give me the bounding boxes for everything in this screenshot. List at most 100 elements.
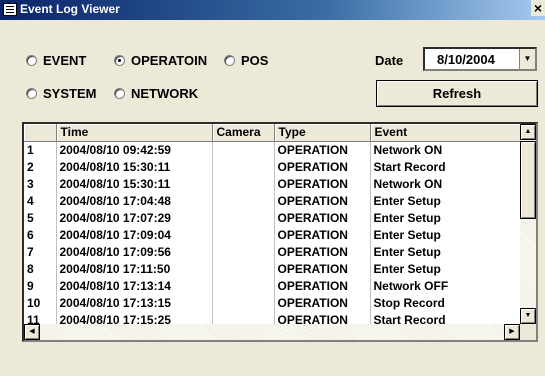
time-cell: 2004/08/10 15:30:11	[56, 158, 213, 175]
chevron-down-icon[interactable]: ▼	[519, 49, 535, 69]
radio-operation-label: OPERATOIN	[131, 53, 208, 68]
camera-cell	[212, 158, 275, 175]
event-cell: Enter Setup	[370, 209, 521, 226]
radio-network-label: NETWORK	[131, 86, 199, 101]
radio-pos-indicator[interactable]	[224, 55, 235, 66]
camera-cell	[212, 192, 275, 209]
row-index: 1	[24, 141, 57, 158]
table-row[interactable]: 7 2004/08/10 17:09:56 OPERATION Enter Setup	[24, 243, 521, 260]
row-index: 6	[24, 226, 57, 243]
row-index: 4	[24, 192, 57, 209]
event-log-table[interactable]: Time Camera Type Event 1 2004/08/10 09:42…	[22, 122, 538, 342]
radio-pos-label: POS	[241, 53, 269, 68]
table-row[interactable]: 6 2004/08/10 17:09:04 OPERATION Enter Setup	[24, 226, 521, 243]
scroll-down-arrow-icon[interactable]: ▼	[520, 308, 536, 324]
camera-cell	[212, 260, 275, 277]
camera-cell	[212, 175, 275, 192]
event-cell: Start Record	[370, 158, 521, 175]
date-label: Date	[375, 53, 404, 68]
type-cell: OPERATION	[274, 141, 371, 158]
type-cell: OPERATION	[274, 294, 371, 311]
column-header-index[interactable]	[24, 124, 57, 142]
type-cell: OPERATION	[274, 192, 371, 209]
time-cell: 2004/08/10 15:30:11	[56, 175, 213, 192]
table-row[interactable]: 3 2004/08/10 15:30:11 OPERATION Network ON	[24, 175, 521, 192]
vertical-scrollbar[interactable]: ▲ ▼	[520, 124, 536, 324]
type-cell: OPERATION	[274, 243, 371, 260]
camera-cell	[212, 141, 275, 158]
horizontal-scrollbar[interactable]: ◀ ▶	[24, 324, 520, 340]
table-row[interactable]: 1 2004/08/10 09:42:59 OPERATION Network ON	[24, 141, 521, 158]
radio-operation[interactable]: OPERATOIN	[114, 53, 207, 68]
radio-system-label: SYSTEM	[43, 86, 97, 101]
title-bar: Event Log Viewer ×	[0, 0, 545, 20]
scroll-right-arrow-icon[interactable]: ▶	[504, 324, 520, 340]
row-index: 7	[24, 243, 57, 260]
log-viewer-icon	[3, 3, 17, 16]
radio-network-indicator[interactable]	[114, 88, 125, 99]
event-cell: Stop Record	[370, 294, 521, 311]
event-table: Time Camera Type Event 1 2004/08/10 09:42…	[24, 124, 521, 328]
refresh-button[interactable]: Refresh	[376, 80, 538, 107]
time-cell: 2004/08/10 09:42:59	[56, 141, 213, 158]
time-cell: 2004/08/10 17:13:15	[56, 294, 213, 311]
camera-cell	[212, 277, 275, 294]
table-row[interactable]: 10 2004/08/10 17:13:15 OPERATION Stop Recor…	[24, 294, 521, 311]
radio-event[interactable]: EVENT	[26, 53, 86, 68]
time-cell: 2004/08/10 17:04:48	[56, 192, 213, 209]
type-cell: OPERATION	[274, 226, 371, 243]
radio-event-indicator[interactable]	[26, 55, 37, 66]
radio-system-indicator[interactable]	[26, 88, 37, 99]
radio-system[interactable]: SYSTEM	[26, 86, 96, 101]
column-header-time[interactable]: Time	[56, 124, 213, 142]
radio-event-label: EVENT	[43, 53, 87, 68]
event-cell: Network ON	[370, 141, 521, 158]
row-index: 2	[24, 158, 57, 175]
time-cell: 2004/08/10 17:13:14	[56, 277, 213, 294]
column-header-camera[interactable]: Camera	[212, 124, 275, 142]
radio-network[interactable]: NETWORK	[114, 86, 198, 101]
table-row[interactable]: 5 2004/08/10 17:07:29 OPERATION Enter Setup	[24, 209, 521, 226]
row-index: 10	[24, 294, 57, 311]
event-cell: Network OFF	[370, 277, 521, 294]
scroll-left-arrow-icon[interactable]: ◀	[24, 324, 40, 340]
vertical-scroll-thumb[interactable]	[520, 141, 536, 219]
time-cell: 2004/08/10 17:09:56	[56, 243, 213, 260]
time-cell: 2004/08/10 17:09:04	[56, 226, 213, 243]
table-row[interactable]: 8 2004/08/10 17:11:50 OPERATION Enter Setup	[24, 260, 521, 277]
type-cell: OPERATION	[274, 158, 371, 175]
table-header-row: Time Camera Type Event	[24, 124, 521, 142]
type-cell: OPERATION	[274, 277, 371, 294]
type-cell: OPERATION	[274, 209, 371, 226]
event-cell: Enter Setup	[370, 226, 521, 243]
camera-cell	[212, 209, 275, 226]
window-title: Event Log Viewer	[20, 2, 120, 16]
type-cell: OPERATION	[274, 175, 371, 192]
column-header-type[interactable]: Type	[274, 124, 371, 142]
table-row[interactable]: 2 2004/08/10 15:30:11 OPERATION Start Recor…	[24, 158, 521, 175]
event-cell: Network ON	[370, 175, 521, 192]
close-button[interactable]: ×	[531, 0, 545, 16]
event-cell: Enter Setup	[370, 243, 521, 260]
table-row[interactable]: 4 2004/08/10 17:04:48 OPERATION Enter Setup	[24, 192, 521, 209]
row-index: 5	[24, 209, 57, 226]
event-cell: Enter Setup	[370, 192, 521, 209]
camera-cell	[212, 226, 275, 243]
radio-pos[interactable]: POS	[224, 53, 268, 68]
time-cell: 2004/08/10 17:11:50	[56, 260, 213, 277]
row-index: 8	[24, 260, 57, 277]
table-row[interactable]: 9 2004/08/10 17:13:14 OPERATION Network OFF	[24, 277, 521, 294]
column-header-event[interactable]: Event	[370, 124, 521, 142]
row-index: 9	[24, 277, 57, 294]
radio-operation-indicator[interactable]	[114, 55, 125, 66]
row-index: 3	[24, 175, 57, 192]
type-cell: OPERATION	[274, 260, 371, 277]
date-value: 8/10/2004	[437, 52, 495, 67]
event-cell: Enter Setup	[370, 260, 521, 277]
scroll-up-arrow-icon[interactable]: ▲	[520, 124, 536, 140]
time-cell: 2004/08/10 17:07:29	[56, 209, 213, 226]
camera-cell	[212, 294, 275, 311]
camera-cell	[212, 243, 275, 260]
scrollbar-corner	[520, 324, 536, 340]
date-dropdown[interactable]: 8/10/2004 ▼	[423, 47, 537, 71]
